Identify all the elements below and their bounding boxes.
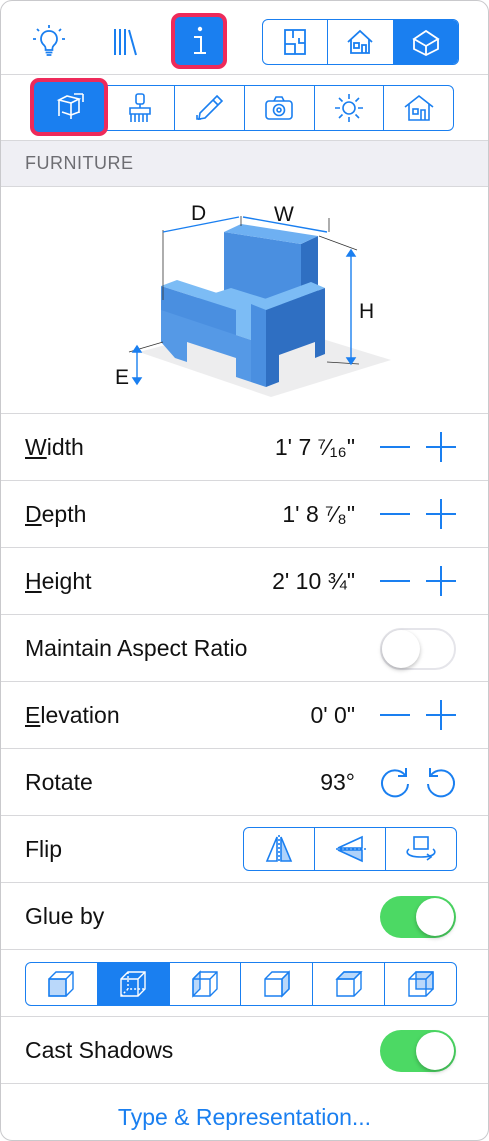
cube-left-face-icon[interactable]	[170, 963, 242, 1005]
camera-icon[interactable]	[245, 86, 315, 130]
rotate-value[interactable]: 93°	[320, 749, 355, 815]
top-toolbar	[1, 1, 488, 75]
rotate-clockwise-icon[interactable]	[377, 764, 413, 800]
height-row: Height 2' 10 ¾"	[1, 548, 488, 615]
depth-label: D	[191, 202, 206, 225]
furniture-illustration: D W H E	[1, 188, 488, 414]
plus-icon[interactable]	[423, 563, 459, 599]
minus-icon[interactable]	[377, 697, 413, 733]
furniture-dimensions-icon[interactable]	[30, 78, 108, 136]
materials-icon[interactable]	[106, 86, 176, 130]
height-label: Height	[25, 568, 92, 594]
cast-shadows-label: Cast Shadows	[25, 1037, 174, 1063]
rotate-label: Rotate	[25, 769, 93, 795]
height-label: H	[359, 300, 374, 323]
plus-icon[interactable]	[423, 697, 459, 733]
minus-icon[interactable]	[377, 429, 413, 465]
floor-plan-2d-icon[interactable]	[263, 20, 329, 64]
flip-label: Flip	[25, 836, 63, 862]
cube-bottom-face-icon[interactable]	[97, 963, 170, 1005]
flip-horizontal-icon[interactable]	[244, 828, 315, 870]
glue-by-row: Glue by	[1, 883, 488, 950]
depth-row: Depth 1' 8 ⁷⁄₈"	[1, 481, 488, 548]
aspect-ratio-toggle[interactable]	[380, 628, 456, 670]
flip-vertical-icon[interactable]	[315, 828, 386, 870]
depth-value[interactable]: 1' 8 ⁷⁄₈"	[282, 481, 355, 547]
width-row: Width 1' 7 ⁷⁄₁₆"	[1, 414, 488, 481]
section-title: FURNITURE	[25, 153, 134, 173]
aspect-ratio-label: Maintain Aspect Ratio	[25, 635, 248, 661]
width-label: W	[274, 203, 294, 226]
toggle-knob	[382, 629, 420, 668]
height-value[interactable]: 2' 10 ¾"	[272, 548, 355, 614]
width-label: Width	[25, 434, 84, 460]
cube-top-face-icon[interactable]	[313, 963, 386, 1005]
glue-by-toggle[interactable]	[380, 896, 456, 938]
elevation-label: E	[115, 366, 129, 389]
depth-label: Depth	[25, 501, 87, 527]
armchair-dimension-diagram: D W H E	[115, 202, 391, 397]
light-icon[interactable]	[315, 86, 385, 130]
building-icon[interactable]	[384, 86, 453, 130]
cast-shadows-row: Cast Shadows	[1, 1017, 488, 1084]
width-value[interactable]: 1' 7 ⁷⁄₁₆"	[275, 414, 355, 480]
aspect-ratio-row: Maintain Aspect Ratio	[1, 615, 488, 682]
flip-selector	[243, 827, 457, 871]
type-representation-link[interactable]: Type & Representation...	[1, 1083, 488, 1140]
elevation-row: Elevation 0' 0"	[1, 682, 488, 749]
plus-icon[interactable]	[423, 429, 459, 465]
cube-back-face-icon[interactable]	[385, 963, 456, 1005]
info-icon[interactable]	[171, 13, 227, 69]
cube-right-face-icon[interactable]	[241, 963, 314, 1005]
flip-row: Flip	[1, 816, 488, 883]
elevation-icon[interactable]	[328, 20, 394, 64]
elevation-label: Elevation	[25, 702, 120, 728]
lightbulb-icon[interactable]	[21, 13, 77, 69]
rotate-3d-icon[interactable]	[386, 828, 456, 870]
cast-shadows-toggle[interactable]	[380, 1030, 456, 1072]
view-mode-selector	[262, 19, 459, 65]
toggle-knob	[416, 1032, 454, 1070]
minus-icon[interactable]	[377, 496, 413, 532]
3d-view-icon[interactable]	[393, 20, 458, 64]
edit-icon[interactable]	[175, 86, 246, 130]
elevation-value[interactable]: 0' 0"	[310, 682, 355, 748]
rotate-row: Rotate 93°	[1, 749, 488, 816]
cube-front-face-icon[interactable]	[26, 963, 98, 1005]
plus-icon[interactable]	[423, 496, 459, 532]
sub-toolbar	[1, 75, 488, 141]
rotate-counterclockwise-icon[interactable]	[423, 764, 459, 800]
furniture-properties-panel: FURNITURE D W H E Width 1' 7 ⁷⁄₁₆" Depth…	[0, 0, 489, 1141]
glue-by-label: Glue by	[25, 903, 105, 929]
toggle-knob	[416, 898, 454, 936]
glue-faces-row	[1, 950, 488, 1017]
minus-icon[interactable]	[377, 563, 413, 599]
library-icon[interactable]	[97, 13, 153, 69]
glue-face-selector	[25, 962, 457, 1006]
section-header: FURNITURE	[1, 141, 488, 187]
property-tabs	[30, 78, 454, 136]
